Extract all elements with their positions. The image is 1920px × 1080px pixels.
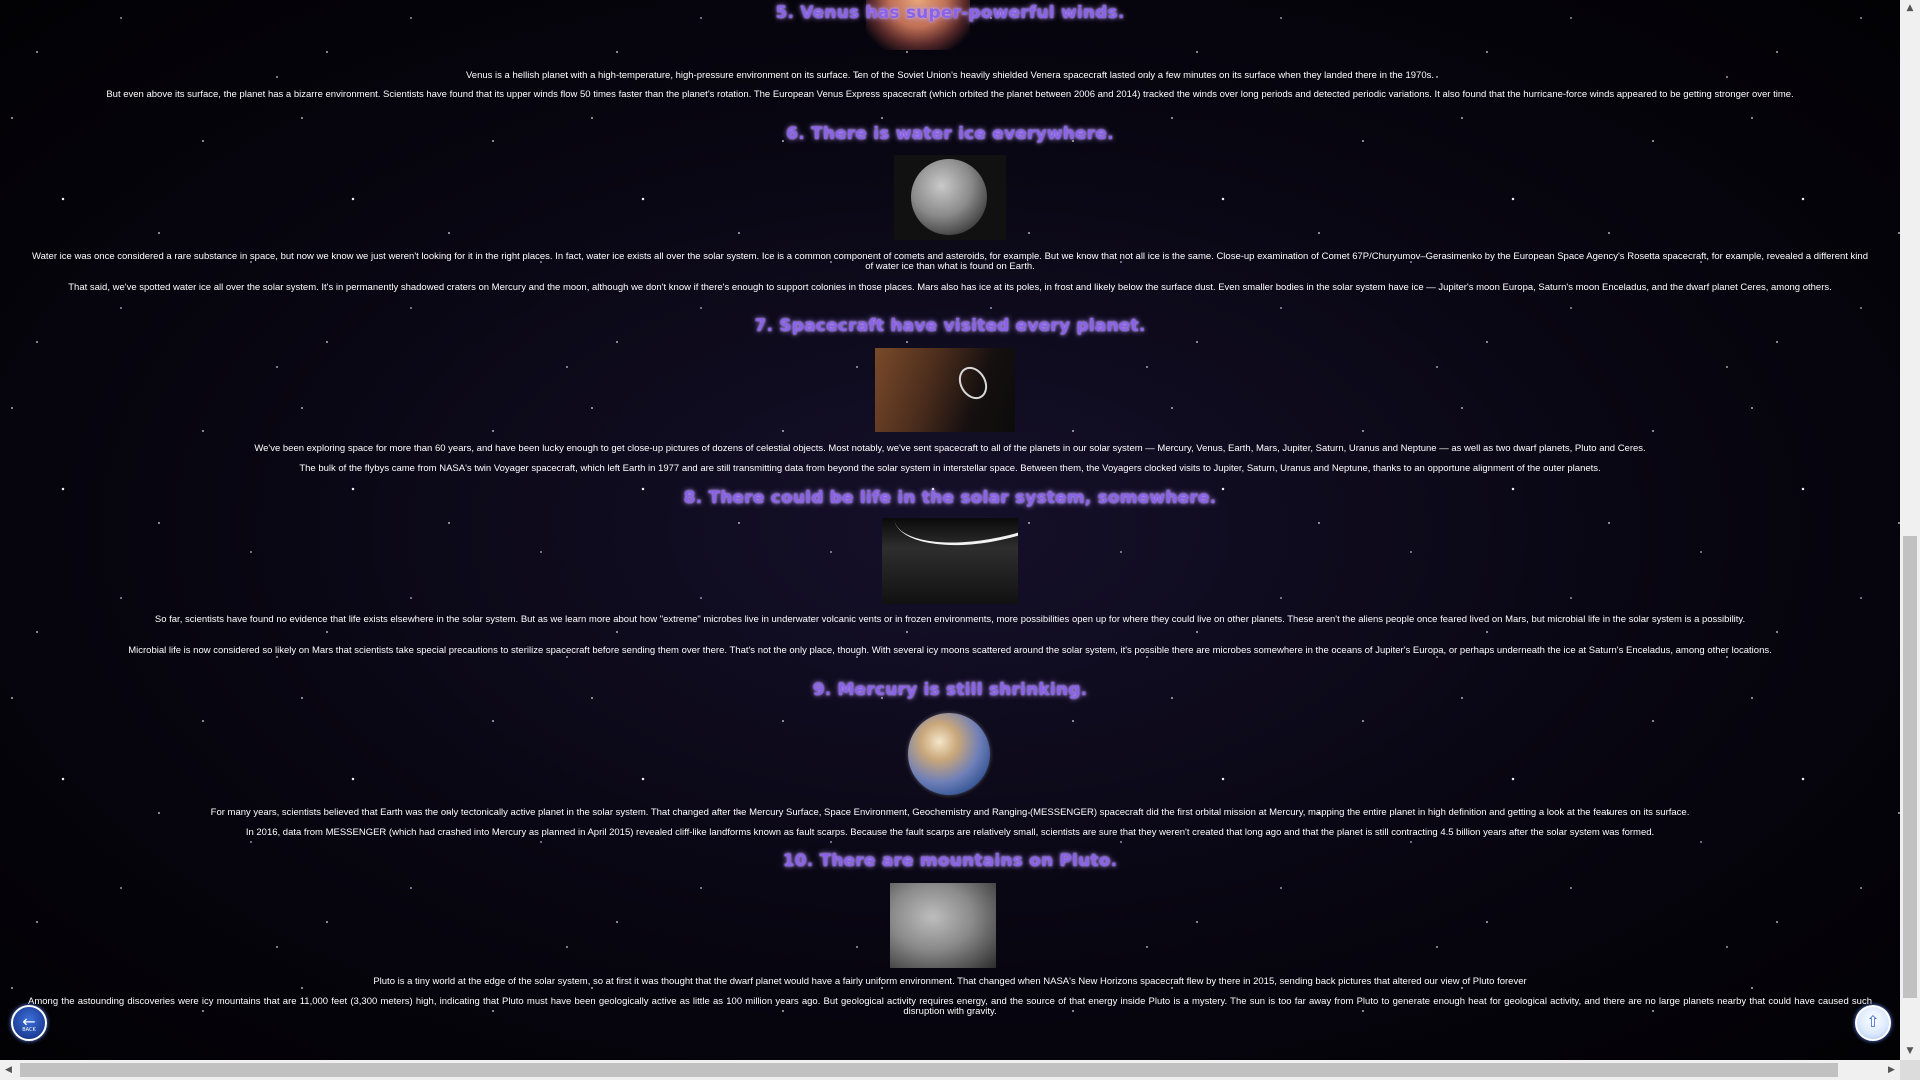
pluto-mountains-image [890, 883, 996, 968]
paragraph: That said, we've spotted water ice all o… [68, 282, 1832, 293]
paragraph: The bulk of the flybys came from NASA's … [299, 463, 1601, 474]
paragraph: Microbial life is now considered so like… [128, 645, 1772, 656]
section-heading-mercury: 9. Mercury is still shrinking. [812, 680, 1088, 700]
scroll-up-arrow-icon[interactable]: ▲ [1900, 0, 1920, 17]
paragraph: For many years, scientists believed that… [210, 807, 1690, 818]
section-heading-life: 8. There could be life in the solar syst… [683, 488, 1217, 508]
paragraph: But even above its surface, the planet h… [106, 89, 1794, 100]
paragraph: Water ice was once considered a rare sub… [32, 251, 1868, 272]
icy-moon-image [894, 155, 1006, 240]
section-heading-pluto: 10. There are mountains on Pluto. [782, 851, 1118, 871]
section-heading-venus: 5. Venus has super-powerful winds. [775, 3, 1125, 23]
section-heading-water-ice: 6. There is water ice everywhere. [786, 124, 1114, 144]
paragraph: We've been exploring space for more than… [254, 443, 1646, 454]
horizontal-scrollbar[interactable]: ◀ ▶ [0, 1060, 1900, 1080]
back-button[interactable]: ← BACK [11, 1005, 47, 1041]
scroll-to-top-button[interactable]: ⇧ [1855, 1005, 1891, 1041]
scrollbar-corner [1900, 1060, 1920, 1080]
horizontal-scroll-thumb[interactable] [20, 1063, 1838, 1077]
back-button-label: BACK [22, 1027, 36, 1033]
arrow-up-icon: ⇧ [1866, 1012, 1880, 1031]
vertical-scroll-thumb[interactable] [1903, 536, 1917, 998]
paragraph: So far, scientists have found no evidenc… [154, 614, 1746, 625]
paragraph: Venus is a hellish planet with a high-te… [465, 70, 1435, 81]
page-viewport[interactable]: 5. Venus has super-powerful winds. Venus… [0, 0, 1900, 1060]
mercury-image [908, 713, 990, 795]
paragraph: Pluto is a tiny world at the edge of the… [373, 976, 1527, 987]
scroll-left-arrow-icon[interactable]: ◀ [0, 1060, 17, 1080]
paragraph: In 2016, data from MESSENGER (which had … [245, 827, 1655, 838]
voyager-spacecraft-image [875, 348, 1015, 432]
section-heading-spacecraft: 7. Spacecraft have visited every planet. [754, 316, 1146, 336]
paragraph: Among the astounding discoveries were ic… [28, 996, 1872, 1017]
vertical-scrollbar[interactable]: ▲ ▼ [1900, 0, 1920, 1060]
enceladus-plumes-image [882, 518, 1018, 604]
scroll-down-arrow-icon[interactable]: ▼ [1900, 1043, 1920, 1060]
scroll-right-arrow-icon[interactable]: ▶ [1883, 1060, 1900, 1080]
